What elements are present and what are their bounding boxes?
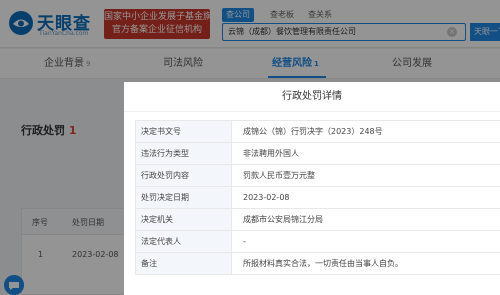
detail-row-decision-date: 处罚决定日期 2023-02-08	[136, 187, 500, 209]
detail-value: 2023-02-08	[243, 193, 290, 202]
detail-label: 决定书文号	[136, 121, 232, 142]
detail-value: 所报材料真实合法，一切责任由当事人自负。	[243, 259, 403, 268]
penalty-detail-modal: 行政处罚详情 决定书文号 成锦公（锦）行罚决字（2023）248号 违法行为类型…	[124, 82, 500, 295]
detail-value: 成锦公（锦）行罚决字（2023）248号	[243, 127, 383, 136]
detail-value: -	[243, 237, 246, 246]
detail-label: 处罚决定日期	[136, 187, 232, 208]
detail-row-authority: 决定机关 成都市公安局锦江分局	[136, 209, 500, 231]
detail-label: 法定代表人	[136, 231, 232, 252]
detail-value: 罚款人民币壹万元整	[243, 171, 315, 180]
detail-label: 行政处罚内容	[136, 165, 232, 186]
detail-label: 违法行为类型	[136, 143, 232, 164]
detail-value: 非法聘用外国人	[243, 149, 299, 158]
detail-label: 备注	[136, 253, 232, 274]
detail-value: 成都市公安局锦江分局	[243, 215, 323, 224]
detail-row-remark: 备注 所报材料真实合法，一切责任由当事人自负。	[136, 253, 500, 275]
detail-row-penalty-content: 行政处罚内容 罚款人民币壹万元整	[136, 165, 500, 187]
detail-row-legal-rep: 法定代表人 -	[136, 231, 500, 253]
detail-row-violation-type: 违法行为类型 非法聘用外国人	[136, 143, 500, 165]
detail-label: 决定机关	[136, 209, 232, 230]
detail-row-decision-no: 决定书文号 成锦公（锦）行罚决字（2023）248号	[136, 121, 500, 143]
detail-table: 决定书文号 成锦公（锦）行罚决字（2023）248号 违法行为类型 非法聘用外国…	[135, 120, 500, 275]
modal-title: 行政处罚详情	[124, 82, 500, 112]
